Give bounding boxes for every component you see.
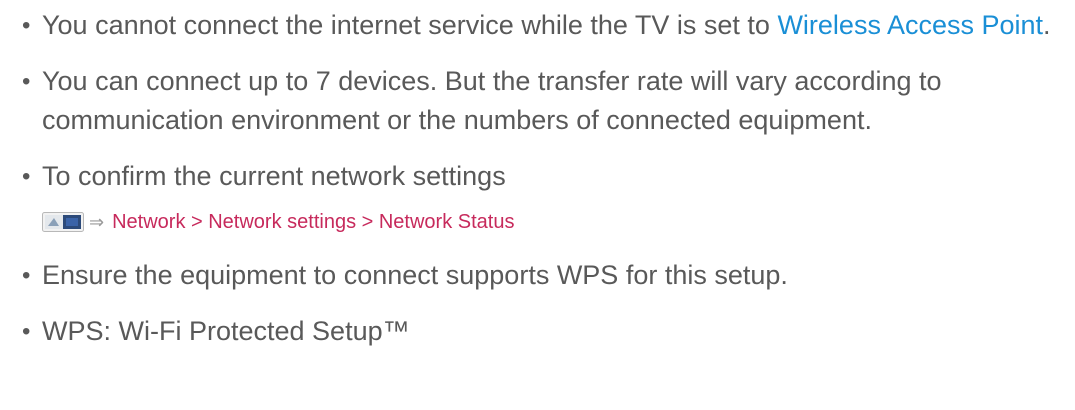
bullet-icon: • — [22, 318, 31, 345]
bullet-icon: • — [22, 262, 31, 289]
notes-list: • You cannot connect the internet servic… — [22, 6, 1067, 351]
list-item: • WPS: Wi-Fi Protected Setup™ — [22, 312, 1067, 351]
bullet-icon: • — [22, 12, 31, 39]
list-item: • You cannot connect the internet servic… — [22, 6, 1067, 45]
list-item-text: Ensure the equipment to connect supports… — [42, 260, 788, 290]
list-item: • You can connect up to 7 devices. But t… — [22, 62, 1067, 140]
menu-path: ⇒ Network > Network settings > Network S… — [42, 208, 1067, 236]
list-item-text: You cannot connect the internet service … — [42, 10, 778, 40]
list-item-text: You can connect up to 7 devices. But the… — [42, 66, 942, 135]
list-item: • Ensure the equipment to connect suppor… — [22, 256, 1067, 295]
wireless-access-point-link[interactable]: Wireless Access Point — [777, 10, 1043, 40]
arrow-icon: ⇒ — [89, 212, 105, 232]
bullet-icon: • — [22, 68, 31, 95]
menu-icon — [42, 212, 84, 232]
list-item-text-end: . — [1043, 10, 1051, 40]
list-item-text: To confirm the current network settings — [42, 161, 506, 191]
list-item-text: WPS: Wi-Fi Protected Setup™ — [42, 316, 410, 346]
menu-path-text[interactable]: Network > Network settings > Network Sta… — [112, 208, 514, 236]
list-item: • To confirm the current network setting… — [22, 157, 1067, 196]
bullet-icon: • — [22, 163, 31, 190]
